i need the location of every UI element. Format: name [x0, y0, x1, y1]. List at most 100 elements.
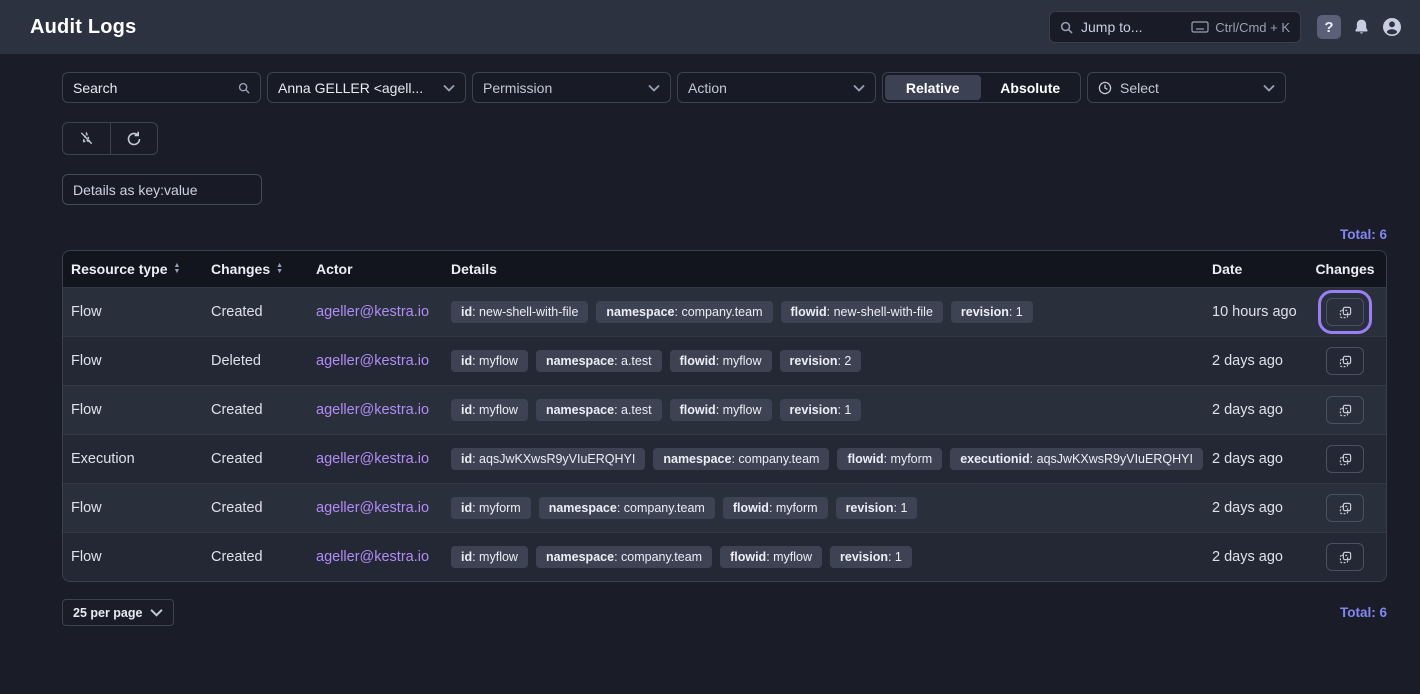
table-row: FlowCreated ageller@kestra.io id: myflow na…	[63, 385, 1386, 434]
sort-icon[interactable]: ▲▼	[276, 263, 283, 275]
actor-link[interactable]: ageller@kestra.io	[316, 353, 429, 369]
detail-chip: flowid: myform	[837, 448, 942, 470]
actor-cell: ageller@kestra.io	[308, 353, 443, 369]
actor-link[interactable]: ageller@kestra.io	[316, 500, 429, 516]
column-header-resource-type[interactable]: Resource type ▲▼	[63, 261, 203, 277]
chevron-down-icon	[1263, 84, 1275, 92]
changes-action-cell	[1304, 347, 1386, 375]
absolute-toggle-button[interactable]: Absolute	[983, 75, 1079, 100]
detail-chip: id: myflow	[451, 350, 528, 372]
detail-chip: namespace: company.team	[596, 301, 772, 323]
date-cell: 10 hours ago	[1204, 304, 1304, 320]
main-content: Search Anna GELLER <agell... Permission …	[0, 54, 1420, 626]
user-avatar-icon[interactable]	[1382, 17, 1402, 37]
detail-chip: revision: 1	[951, 301, 1033, 323]
details-key-value-input[interactable]: Details as key:value	[62, 174, 262, 205]
time-mode-toggle: Relative Absolute	[882, 72, 1081, 103]
chevron-down-icon	[443, 84, 455, 92]
table-row: FlowDeletedageller@kestra.ioid: myflowna…	[63, 336, 1386, 385]
top-bar: Audit Logs Jump to... Ctrl/Cmd + K ?	[0, 0, 1420, 54]
compare-changes-icon	[1337, 353, 1354, 370]
user-filter-dropdown[interactable]: Anna GELLER <agell...	[267, 72, 466, 103]
user-filter-value: Anna GELLER <agell...	[278, 80, 435, 96]
changes-action-cell	[1304, 494, 1386, 522]
action-filter-dropdown[interactable]: Action	[677, 72, 876, 103]
details-cell: id: myflownamespace: a.testflowid: myflo…	[443, 399, 1204, 421]
detail-chip: executionid: aqsJwKXwsR9yVIuERQHYI	[950, 448, 1203, 470]
notifications-bell-icon[interactable]	[1353, 18, 1370, 36]
per-page-dropdown[interactable]: 25 per page	[62, 599, 174, 626]
jump-to-placeholder: Jump to...	[1081, 19, 1183, 35]
column-header-date: Date	[1204, 261, 1304, 277]
refresh-icon	[126, 131, 142, 147]
table-row: FlowCreatedageller@kestra.ioid: myformna…	[63, 483, 1386, 532]
navigation-off-button[interactable]	[63, 123, 110, 154]
column-header-changes-action: Changes	[1304, 261, 1386, 277]
refresh-button[interactable]	[110, 123, 157, 154]
detail-chip: revision: 1	[780, 399, 862, 421]
column-header-details: Details	[443, 261, 1204, 277]
date-cell: 2 days ago	[1204, 549, 1304, 565]
compare-changes-icon	[1337, 402, 1354, 419]
date-cell: 2 days ago	[1204, 500, 1304, 516]
detail-chip: flowid: myflow	[720, 546, 822, 568]
details-cell: id: myflownamespace: a.testflowid: myflo…	[443, 350, 1204, 372]
permission-filter-label: Permission	[483, 80, 640, 96]
detail-chip: namespace: a.test	[536, 399, 662, 421]
date-cell: 2 days ago	[1204, 402, 1304, 418]
clock-icon	[1098, 81, 1112, 95]
keyboard-icon	[1191, 21, 1209, 33]
changes-action-cell	[1304, 543, 1386, 571]
details-cell: id: new-shell-with-filenamespace: compan…	[443, 301, 1204, 323]
view-changes-button[interactable]	[1326, 494, 1364, 522]
actor-link[interactable]: ageller@kestra.io	[316, 451, 429, 467]
change-type-cell: Created	[203, 402, 308, 418]
detail-chip: namespace: company.team	[653, 448, 829, 470]
view-changes-button[interactable]	[1326, 396, 1364, 424]
actor-link[interactable]: ageller@kestra.io	[316, 304, 429, 320]
actor-cell: ageller@kestra.io	[308, 402, 443, 418]
details-cell: id: aqsJwKXwsR9yVIuERQHYInamespace: comp…	[443, 448, 1204, 470]
details-input-placeholder: Details as key:value	[73, 182, 198, 198]
actor-link[interactable]: ageller@kestra.io	[316, 402, 429, 418]
actor-cell: ageller@kestra.io	[308, 500, 443, 516]
chevron-down-icon	[853, 84, 865, 92]
detail-chip: namespace: company.team	[536, 546, 712, 568]
date-cell: 2 days ago	[1204, 353, 1304, 369]
chevron-down-icon	[150, 608, 163, 617]
detail-chip: id: myflow	[451, 399, 528, 421]
view-changes-button[interactable]	[1326, 445, 1364, 473]
view-changes-button[interactable]	[1326, 347, 1364, 375]
search-icon	[238, 82, 250, 94]
help-button[interactable]: ?	[1317, 15, 1341, 39]
jump-to-search[interactable]: Jump to... Ctrl/Cmd + K	[1049, 11, 1301, 43]
search-input-placeholder: Search	[73, 80, 230, 96]
details-cell: id: myflownamespace: company.teamflowid:…	[443, 546, 1204, 568]
total-count-bottom: Total: 6	[1340, 605, 1387, 620]
view-changes-button[interactable]	[1326, 543, 1364, 571]
detail-chip: id: myform	[451, 497, 531, 519]
action-filter-label: Action	[688, 80, 845, 96]
resource-type-cell: Flow	[63, 402, 203, 418]
detail-chip: revision: 2	[780, 350, 862, 372]
resource-type-cell: Flow	[63, 549, 203, 565]
resource-type-cell: Flow	[63, 304, 203, 320]
actor-cell: ageller@kestra.io	[308, 304, 443, 320]
detail-chip: flowid: myform	[723, 497, 828, 519]
table-actions-group	[62, 122, 158, 155]
actor-link[interactable]: ageller@kestra.io	[316, 549, 429, 565]
compare-changes-icon	[1337, 549, 1354, 566]
compare-changes-icon	[1337, 304, 1354, 321]
view-changes-button[interactable]	[1326, 298, 1364, 326]
column-header-changes[interactable]: Changes ▲▼	[203, 261, 308, 277]
audit-logs-table: Resource type ▲▼ Changes ▲▼ Actor Detail…	[62, 250, 1387, 582]
search-input[interactable]: Search	[62, 72, 261, 103]
detail-chip: namespace: company.team	[539, 497, 715, 519]
permission-filter-dropdown[interactable]: Permission	[472, 72, 671, 103]
relative-toggle-button[interactable]: Relative	[885, 75, 981, 100]
sort-icon[interactable]: ▲▼	[173, 263, 180, 275]
table-row: FlowCreatedageller@kestra.ioid: new-shel…	[63, 287, 1386, 336]
navigation-off-icon	[78, 130, 95, 147]
changes-action-cell	[1304, 298, 1386, 326]
time-range-select-dropdown[interactable]: Select	[1087, 72, 1286, 103]
